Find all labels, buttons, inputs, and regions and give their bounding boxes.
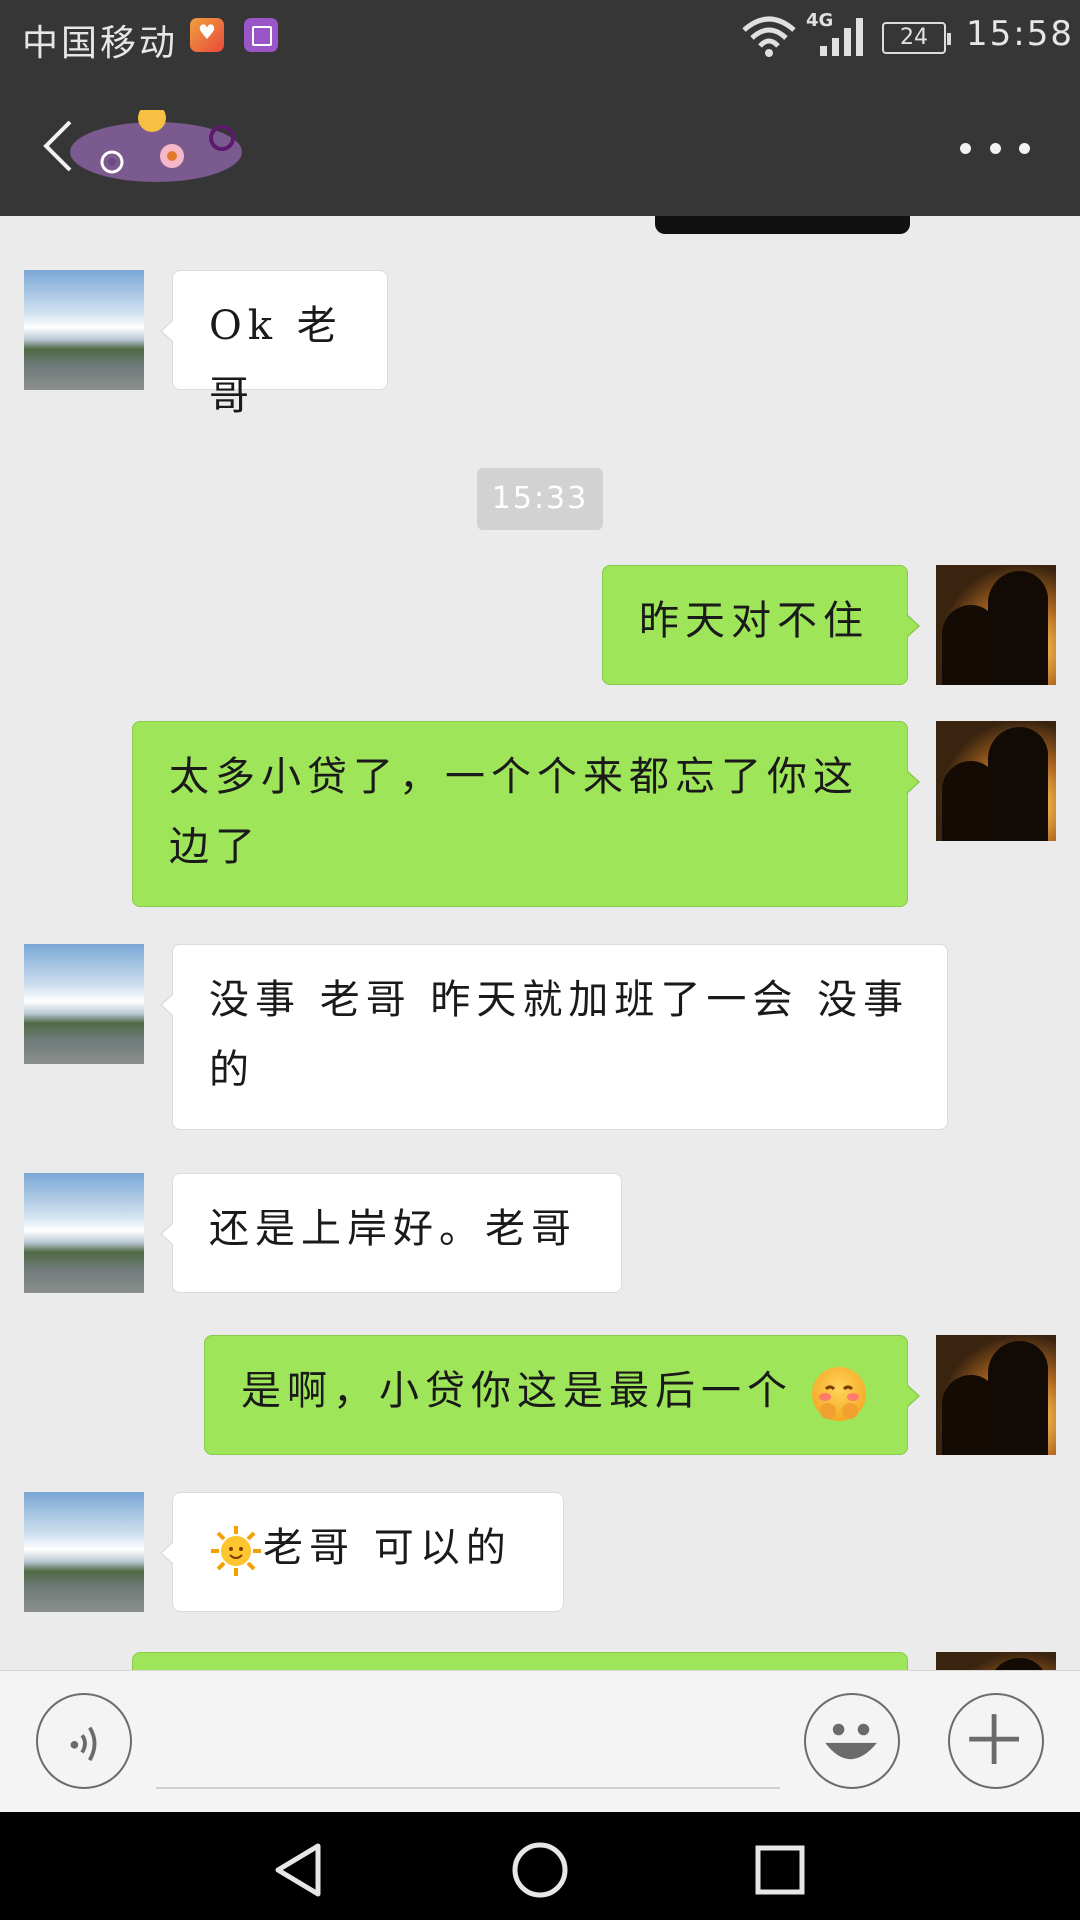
chat-header (0, 76, 1080, 216)
message-text: 没事 老哥 昨天就加班了一会 没事的 (209, 977, 910, 1093)
message-text: 老哥 可以的 (263, 1525, 512, 1571)
self-avatar[interactable] (936, 721, 1056, 841)
voice-icon (70, 1726, 97, 1762)
contact-name-sticker (70, 110, 242, 182)
self-avatar[interactable] (936, 1652, 1056, 1670)
wifi-icon (742, 16, 796, 57)
message-bubble-received[interactable]: 老哥 可以的 (160, 1492, 564, 1612)
message-bubble-sent[interactable]: 昨天对不住 (602, 565, 920, 685)
status-bar: 中国移动 4G 24 15:58 (0, 0, 1080, 76)
smiley-icon (825, 1723, 877, 1760)
contact-avatar[interactable] (24, 1173, 144, 1293)
message-text: 还是上岸好。老哥 (209, 1206, 577, 1252)
chat-input-bar (0, 1670, 1080, 1812)
self-avatar[interactable] (936, 565, 1056, 685)
message-bubble-received[interactable]: Ok 老哥 (160, 270, 388, 419)
voice-input-button[interactable] (36, 1693, 132, 1789)
sun-emoji (211, 1526, 261, 1576)
message-text: 昨天对不住 (639, 598, 869, 644)
self-avatar[interactable] (936, 1335, 1056, 1455)
status-time: 15:58 (966, 14, 1074, 54)
more-functions-button[interactable] (948, 1693, 1044, 1789)
health-app-icon (190, 18, 224, 52)
contact-avatar[interactable] (24, 944, 144, 1064)
message-text: Ok 老哥 (209, 303, 343, 419)
time-divider: 15:33 (477, 468, 603, 530)
carrier-name: 中国移动 (22, 23, 179, 64)
message-bubble-sent[interactable]: 是啊，小贷你这是最后一个 (204, 1335, 920, 1455)
nav-back-icon[interactable] (270, 1840, 330, 1900)
contact-avatar[interactable] (24, 1492, 144, 1612)
battery-indicator: 24 (882, 22, 951, 54)
chat-message-list[interactable]: Ok 老哥 15:33 昨天对不住 太多小贷了，一个个来都忘了你这边了 没事 老… (0, 216, 1080, 1670)
more-options-button[interactable] (960, 138, 1030, 158)
message-text: 是啊，小贷你这是最后一个 (241, 1368, 793, 1414)
contact-avatar[interactable] (24, 270, 144, 390)
message-bubble-sent[interactable]: 太多小贷了，一个个来都忘了你这边了 (132, 721, 920, 907)
system-nav-bar (0, 1812, 1080, 1920)
gallery-app-icon (244, 18, 278, 52)
message-bubble-sent[interactable] (132, 1652, 908, 1670)
message-input-field[interactable] (156, 1787, 780, 1789)
signal-icon (820, 18, 863, 56)
message-text: 太多小贷了，一个个来都忘了你这边了 (169, 754, 859, 870)
nav-home-icon[interactable] (510, 1840, 570, 1900)
more-dots-icon (960, 142, 971, 154)
blush-emoji (811, 1367, 866, 1421)
message-bubble-received[interactable]: 还是上岸好。老哥 (160, 1173, 622, 1293)
emoji-button[interactable] (804, 1693, 900, 1789)
message-bubble-received[interactable]: 没事 老哥 昨天就加班了一会 没事的 (160, 944, 948, 1130)
plus-icon (969, 1714, 1019, 1764)
nav-recents-icon[interactable] (750, 1840, 810, 1900)
